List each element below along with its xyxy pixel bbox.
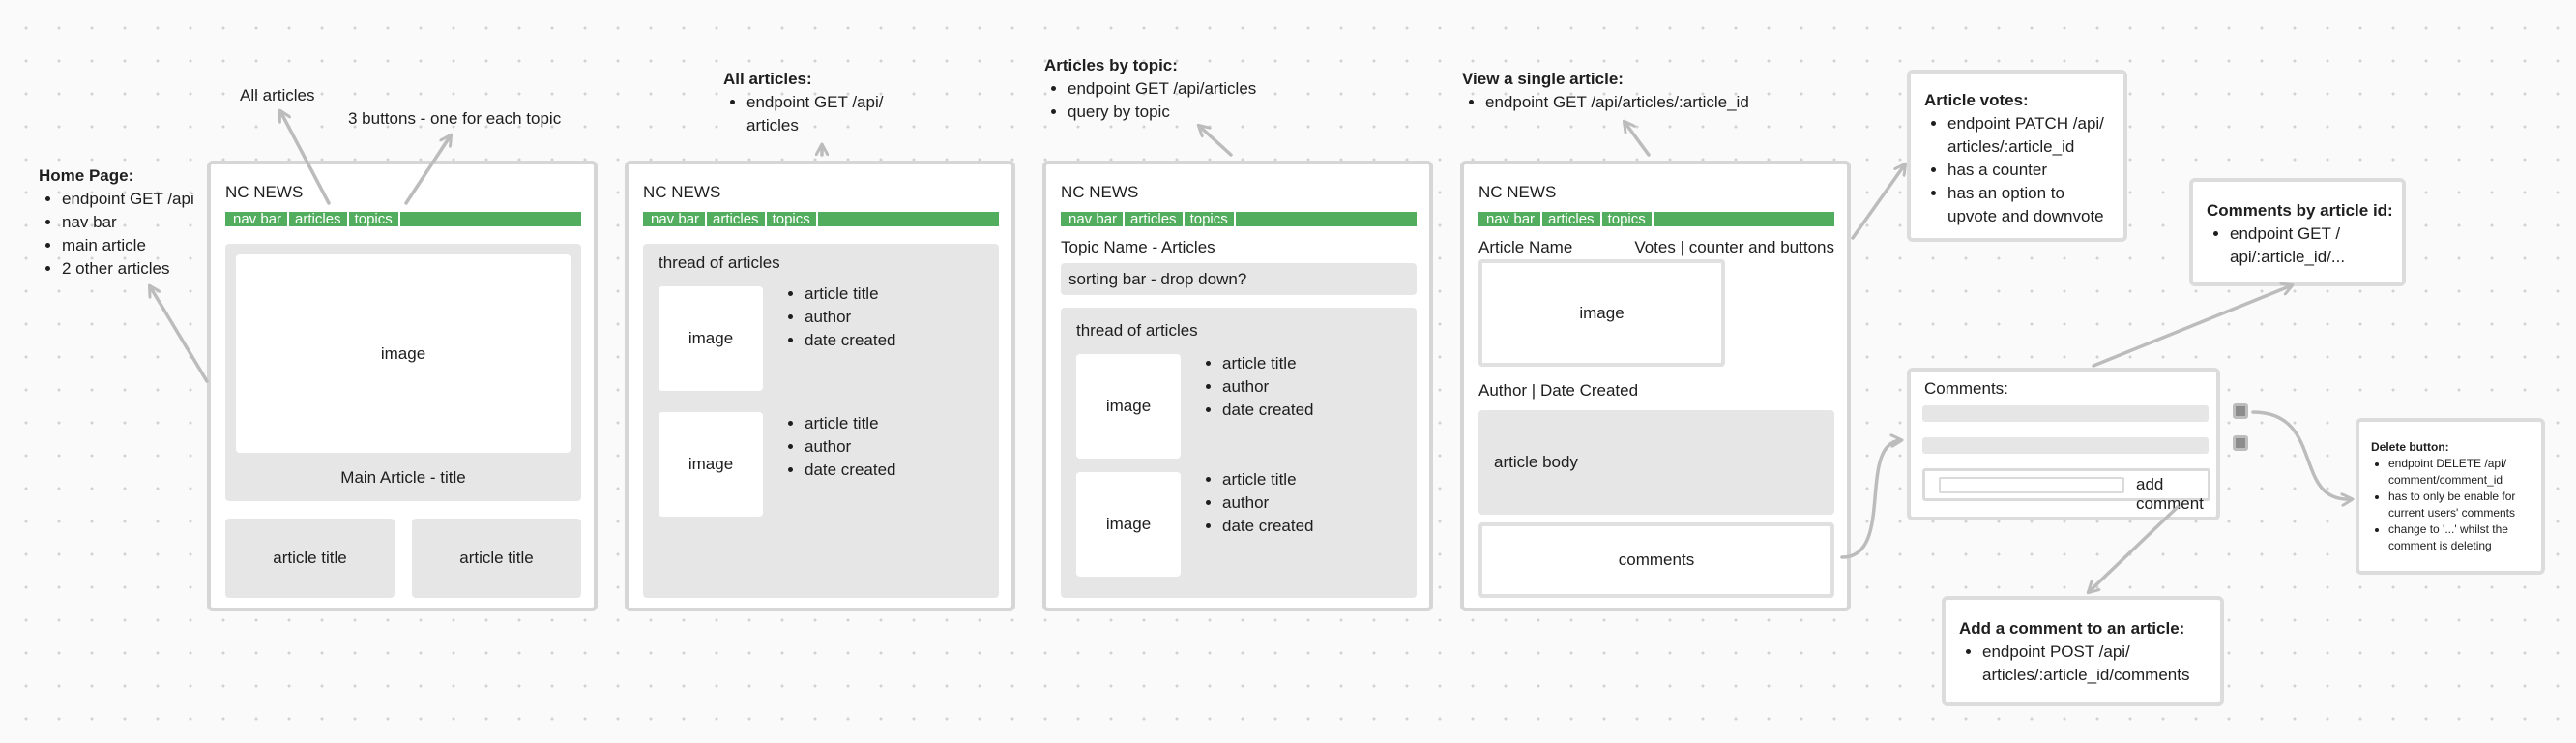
arrow-votes-note xyxy=(1851,164,1905,240)
arrow-delete-note xyxy=(2251,410,2352,499)
connector-arrows xyxy=(0,0,2576,743)
arrow-comments-panel xyxy=(1840,440,1901,559)
arrow-home-note xyxy=(150,286,209,383)
arrow-by-topic-note xyxy=(1199,126,1233,157)
arrow-add-comment-note xyxy=(2089,505,2180,592)
arrow-buttons xyxy=(404,135,451,205)
arrow-comments-by-id xyxy=(2092,285,2292,368)
arrow-single-note xyxy=(1625,122,1651,157)
arrow-all-articles xyxy=(280,111,331,205)
